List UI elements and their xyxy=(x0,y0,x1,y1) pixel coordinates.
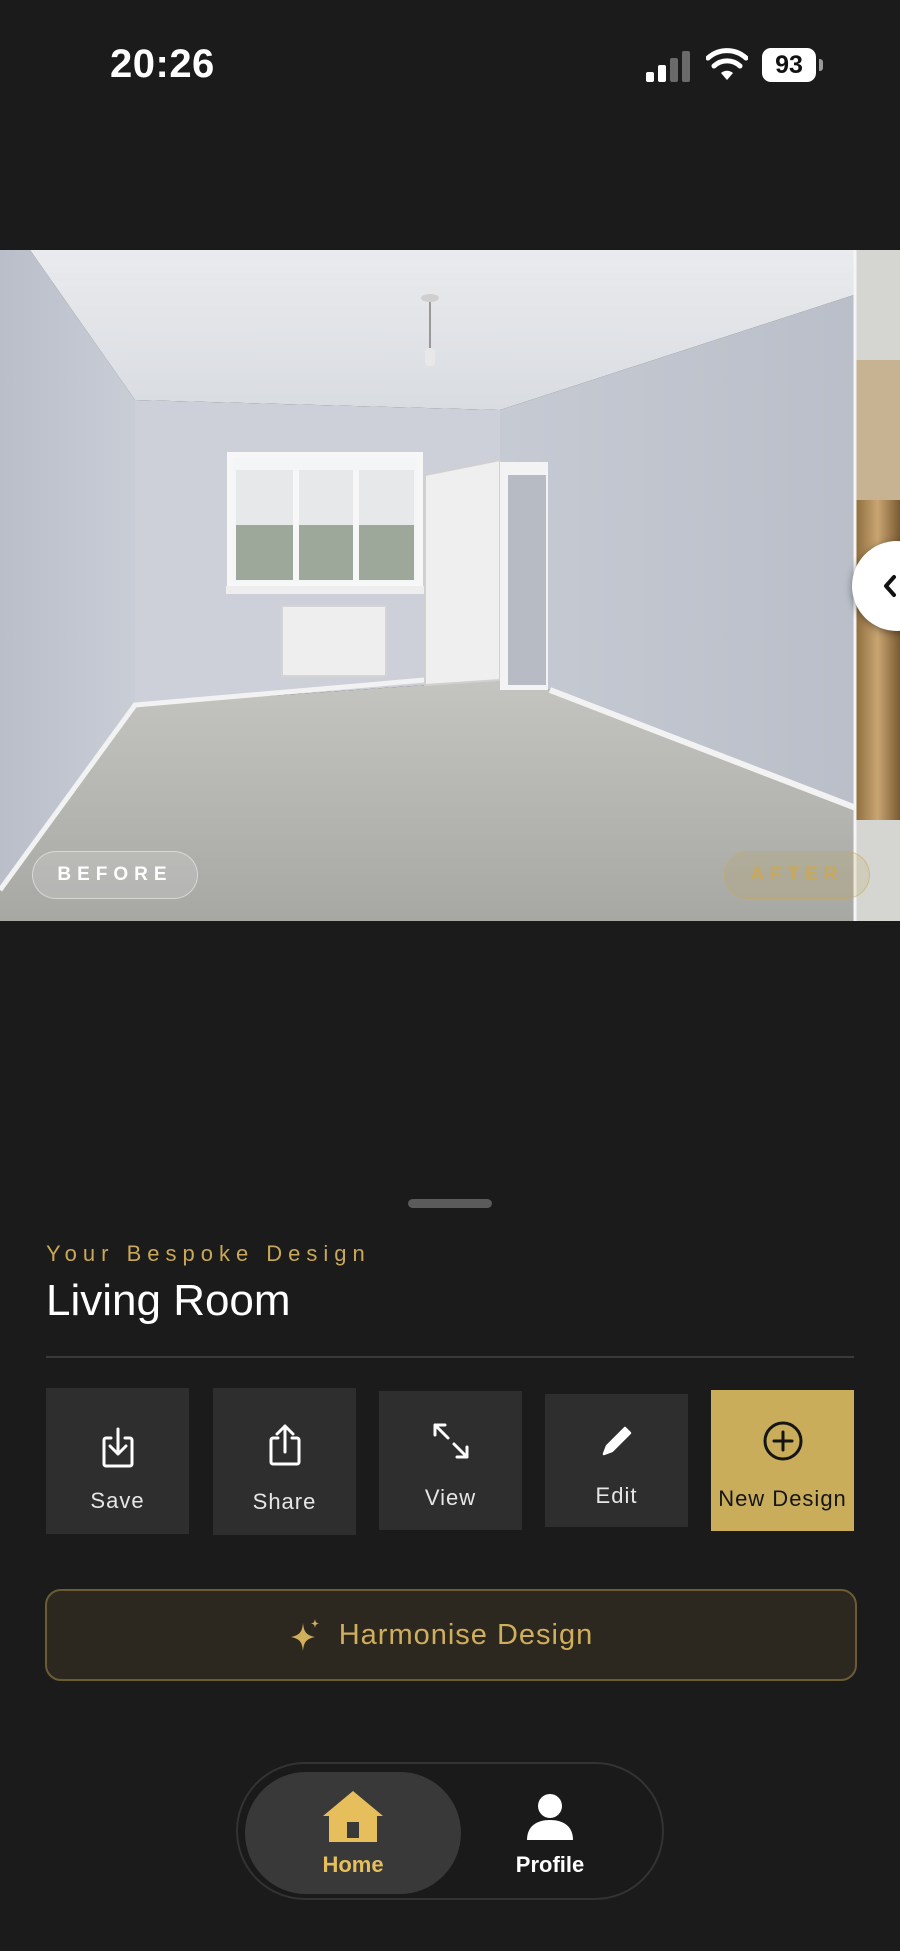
room-comparison-image[interactable] xyxy=(0,250,900,921)
save-label: Save xyxy=(90,1488,145,1513)
design-subtitle: Your Bespoke Design xyxy=(46,1241,371,1266)
battery-icon: 93 xyxy=(762,48,824,84)
chevron-left-icon xyxy=(884,575,896,597)
share-button[interactable]: Share xyxy=(213,1388,356,1535)
tab-profile[interactable]: Profile xyxy=(480,1772,620,1894)
tab-profile-label: Profile xyxy=(515,1852,585,1877)
tab-home-label: Home xyxy=(322,1852,384,1877)
view-button[interactable]: View xyxy=(379,1391,522,1530)
home-icon xyxy=(323,1791,383,1842)
tab-home[interactable]: Home xyxy=(245,1772,461,1894)
edit-label: Edit xyxy=(595,1483,638,1508)
harmonise-design-button[interactable]: Harmonise Design xyxy=(45,1589,857,1681)
after-label: AFTER xyxy=(724,851,870,899)
share-label: Share xyxy=(252,1489,317,1514)
person-icon xyxy=(527,1794,573,1840)
before-label: BEFORE xyxy=(32,851,198,899)
expand-icon xyxy=(433,1423,468,1459)
divider xyxy=(46,1356,854,1358)
new-design-label: New Design xyxy=(718,1486,847,1511)
sheet-grabber[interactable] xyxy=(408,1199,492,1208)
share-icon xyxy=(269,1424,300,1466)
harmonise-label: Harmonise Design xyxy=(338,1619,594,1651)
battery-level: 93 xyxy=(762,48,816,82)
download-icon xyxy=(102,1427,133,1468)
plus-circle-icon xyxy=(763,1421,802,1461)
new-design-button[interactable]: New Design xyxy=(711,1390,854,1531)
room-title: Living Room xyxy=(46,1276,291,1325)
signal-icon xyxy=(646,51,690,82)
view-label: View xyxy=(424,1485,477,1510)
pencil-icon xyxy=(602,1426,631,1456)
status-time: 20:26 xyxy=(110,42,215,86)
wifi-icon xyxy=(706,48,748,80)
edit-button[interactable]: Edit xyxy=(545,1394,688,1527)
save-button[interactable]: Save xyxy=(46,1388,189,1534)
